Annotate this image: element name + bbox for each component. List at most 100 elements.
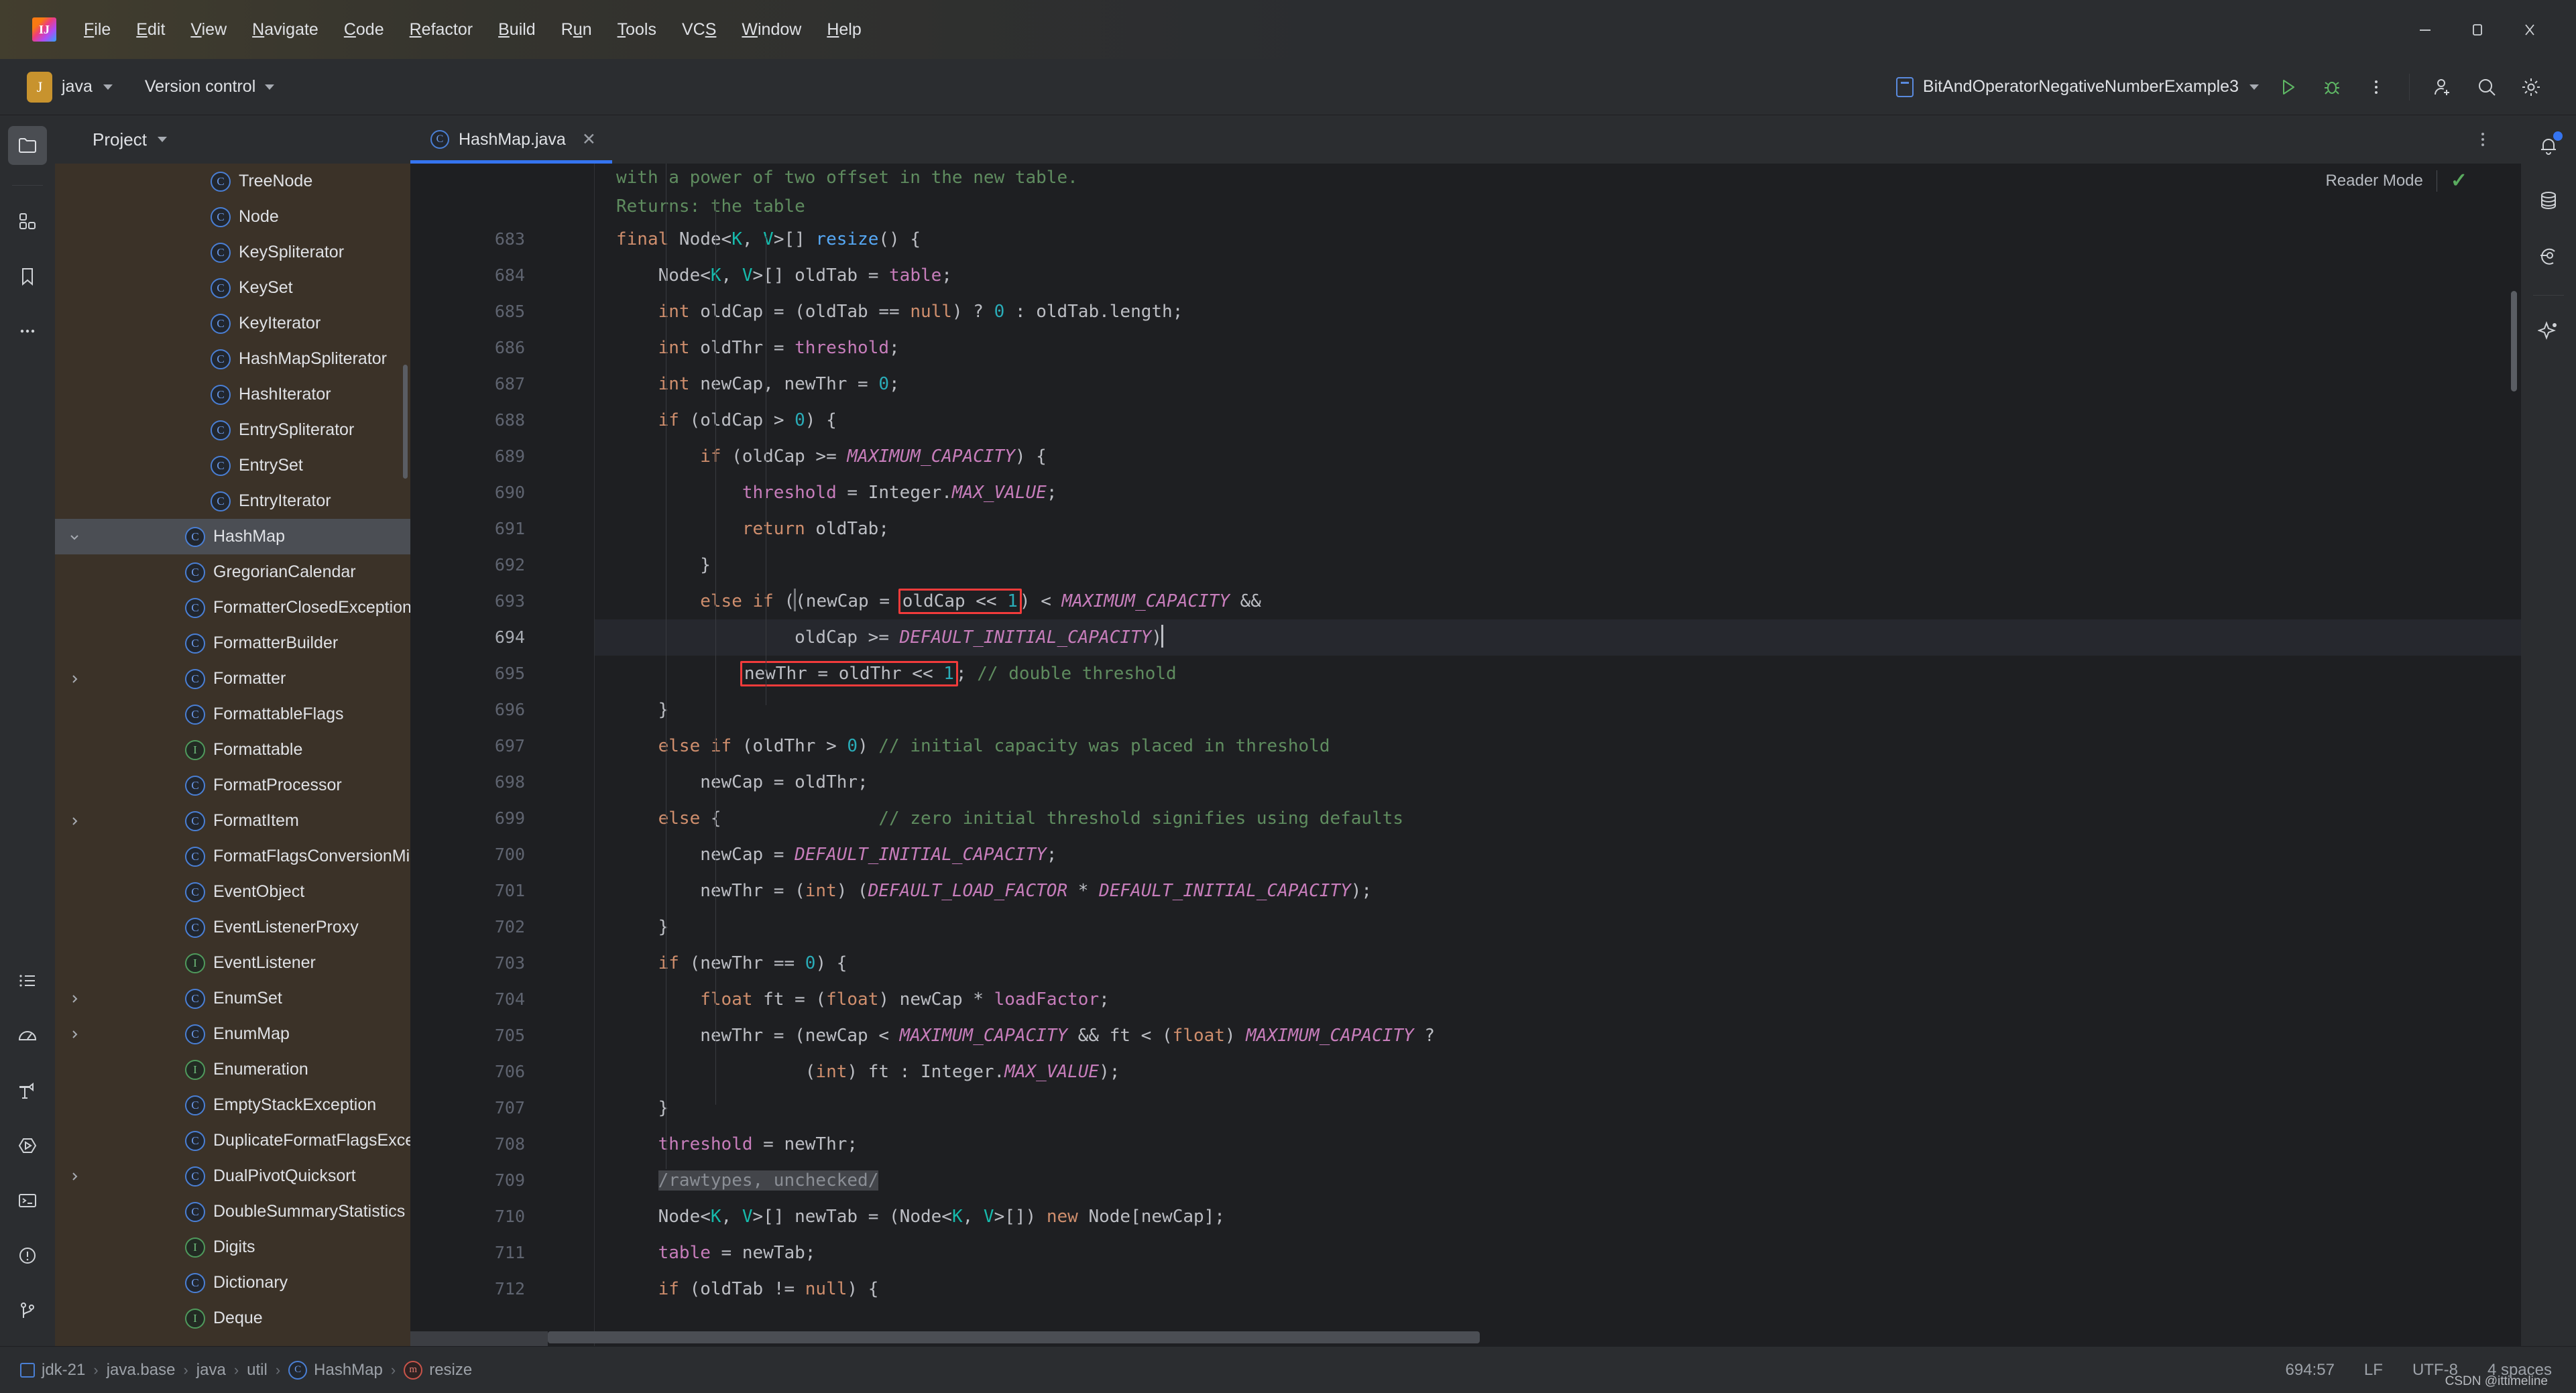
tree-item-dictionary[interactable]: C Dictionary: [55, 1265, 410, 1300]
tree-item-node[interactable]: C Node: [55, 199, 410, 235]
line-number[interactable]: 709: [410, 1162, 548, 1199]
code-line[interactable]: else { // zero initial threshold signifi…: [595, 800, 2521, 837]
tree-item-enummap[interactable]: C EnumMap: [55, 1016, 410, 1052]
run-configuration-selector[interactable]: BitAndOperatorNegativeNumberExample3: [1889, 73, 2266, 101]
code-line[interactable]: newThr = (newCap < MAXIMUM_CAPACITY && f…: [595, 1018, 2521, 1054]
commit-icon[interactable]: [2529, 236, 2568, 275]
project-panel-header[interactable]: Project: [55, 115, 410, 164]
line-number[interactable]: 699: [410, 800, 548, 837]
line-number[interactable]: 701: [410, 873, 548, 909]
tree-item-formatitem[interactable]: C FormatItem: [55, 803, 410, 839]
breadcrumb-item-util[interactable]: util: [239, 1361, 276, 1380]
breadcrumb-item-java[interactable]: java: [188, 1361, 234, 1380]
project-tree[interactable]: C TreeNode C Node C KeySpliterator C KeySet C Key…: [55, 164, 410, 1346]
line-number-gutter[interactable]: 683 684 685 686 687 688 689 690 691 692 693 694 695 6…: [410, 164, 548, 1346]
code-line[interactable]: float ft = (float) newCap * loadFactor;: [595, 981, 2521, 1018]
chevron-right-icon[interactable]: [64, 814, 84, 828]
line-number[interactable]: 683: [410, 221, 548, 257]
line-number[interactable]: 684: [410, 257, 548, 294]
tree-item-treenode[interactable]: C TreeNode: [55, 164, 410, 199]
more-vertical-icon[interactable]: [2354, 65, 2398, 109]
line-number[interactable]: 689: [410, 438, 548, 475]
tree-item-formattable[interactable]: I Formattable: [55, 732, 410, 768]
menu-item-view[interactable]: View: [178, 16, 239, 44]
maximize-icon[interactable]: [2451, 0, 2504, 59]
version-control-widget[interactable]: Version control: [145, 77, 275, 97]
caret-position[interactable]: 694:57: [2286, 1361, 2335, 1380]
tree-item-formatter[interactable]: C Formatter: [55, 661, 410, 696]
close-icon[interactable]: [2504, 0, 2556, 59]
tree-scrollbar[interactable]: [403, 365, 408, 479]
line-number[interactable]: 686: [410, 330, 548, 366]
tree-item-formatterbuilder[interactable]: C FormatterBuilder: [55, 625, 410, 661]
breadcrumb-item-jdk-21[interactable]: jdk-21: [20, 1361, 93, 1380]
tree-item-hashmapspliterator[interactable]: C HashMapSpliterator: [55, 341, 410, 377]
chevron-right-icon[interactable]: [64, 672, 84, 686]
menu-item-navigate[interactable]: Navigate: [239, 16, 331, 44]
code-line[interactable]: if (oldTab != null) {: [595, 1271, 2521, 1307]
code-line[interactable]: threshold = newThr;: [595, 1126, 2521, 1162]
line-number[interactable]: 696: [410, 692, 548, 728]
check-icon[interactable]: ✓: [2451, 169, 2467, 192]
tree-item-dualpivotquicksort[interactable]: C DualPivotQuicksort: [55, 1158, 410, 1194]
more-vertical-icon[interactable]: [2461, 117, 2505, 162]
code-line[interactable]: else if ((newCap = oldCap << 1) < MAXIMU…: [595, 583, 2521, 619]
code-line[interactable]: }: [595, 692, 2521, 728]
breadcrumb-item-resize[interactable]: m resize: [396, 1360, 480, 1380]
tree-item-enumset[interactable]: C EnumSet: [55, 981, 410, 1016]
sidebar-item-profiler[interactable]: [8, 1016, 47, 1055]
tree-item-keyiterator[interactable]: C KeyIterator: [55, 306, 410, 341]
line-number[interactable]: 697: [410, 728, 548, 764]
menu-item-refactor[interactable]: Refactor: [397, 16, 486, 44]
chevron-right-icon[interactable]: [64, 1170, 84, 1183]
debug-icon[interactable]: [2310, 65, 2354, 109]
tree-item-emptystackexception[interactable]: C EmptyStackException: [55, 1087, 410, 1123]
collapsed-annotation[interactable]: /rawtypes, unchecked/: [658, 1170, 879, 1191]
sidebar-item-problems[interactable]: [8, 1236, 47, 1275]
code-line[interactable]: int newCap, newThr = 0;: [595, 366, 2521, 402]
tree-item-hashmap[interactable]: C HashMap: [55, 519, 410, 554]
code-line[interactable]: final Node<K, V>[] resize() {: [595, 221, 2521, 257]
menu-item-build[interactable]: Build: [485, 16, 548, 44]
tree-item-enumeration[interactable]: I Enumeration: [55, 1052, 410, 1087]
code-line[interactable]: oldCap >= DEFAULT_INITIAL_CAPACITY): [595, 619, 2521, 656]
database-icon[interactable]: [2529, 181, 2568, 220]
tree-item-gregoriancalendar[interactable]: C GregorianCalendar: [55, 554, 410, 590]
line-number[interactable]: 703: [410, 945, 548, 981]
line-number[interactable]: 710: [410, 1199, 548, 1235]
line-number[interactable]: 704: [410, 981, 548, 1018]
chevron-right-icon[interactable]: [64, 992, 84, 1006]
menu-item-window[interactable]: Window: [729, 16, 814, 44]
tab-hashmap-java[interactable]: C HashMap.java ✕: [410, 115, 612, 164]
menu-item-file[interactable]: File: [71, 16, 123, 44]
line-number[interactable]: 700: [410, 837, 548, 873]
line-number[interactable]: 692: [410, 547, 548, 583]
code-line[interactable]: /rawtypes, unchecked/: [595, 1162, 2521, 1199]
line-number[interactable]: 688: [410, 402, 548, 438]
tree-item-entryiterator[interactable]: C EntryIterator: [55, 483, 410, 519]
code-line[interactable]: int oldThr = threshold;: [595, 330, 2521, 366]
chevron-down-icon[interactable]: [157, 137, 167, 142]
menu-item-code[interactable]: Code: [331, 16, 397, 44]
sidebar-item-todo[interactable]: [8, 961, 47, 1000]
menu-item-run[interactable]: Run: [548, 16, 605, 44]
code-line[interactable]: Node<K, V>[] oldTab = table;: [595, 257, 2521, 294]
code-line[interactable]: (int) ft : Integer.MAX_VALUE);: [595, 1054, 2521, 1090]
search-icon[interactable]: [2465, 65, 2509, 109]
line-number[interactable]: 712: [410, 1271, 548, 1307]
line-number[interactable]: 695: [410, 656, 548, 692]
code-text-column[interactable]: with a power of two offset in the new ta…: [595, 164, 2521, 1346]
line-number[interactable]: 685: [410, 294, 548, 330]
sidebar-item-build[interactable]: [8, 1071, 47, 1110]
code-line[interactable]: else if (oldThr > 0) // initial capacity…: [595, 728, 2521, 764]
line-number[interactable]: 693: [410, 583, 548, 619]
breadcrumb-item-hashmap[interactable]: C HashMap: [280, 1360, 391, 1380]
sidebar-item-bookmarks[interactable]: [8, 257, 47, 296]
code-line[interactable]: newThr = (int) (DEFAULT_LOAD_FACTOR * DE…: [595, 873, 2521, 909]
code-line[interactable]: threshold = Integer.MAX_VALUE;: [595, 475, 2521, 511]
tree-item-keyspliterator[interactable]: C KeySpliterator: [55, 235, 410, 270]
line-number[interactable]: 707: [410, 1090, 548, 1126]
code-line[interactable]: newCap = DEFAULT_INITIAL_CAPACITY;: [595, 837, 2521, 873]
code-line[interactable]: Node<K, V>[] newTab = (Node<K, V>[]) new…: [595, 1199, 2521, 1235]
tree-item-digits[interactable]: I Digits: [55, 1229, 410, 1265]
